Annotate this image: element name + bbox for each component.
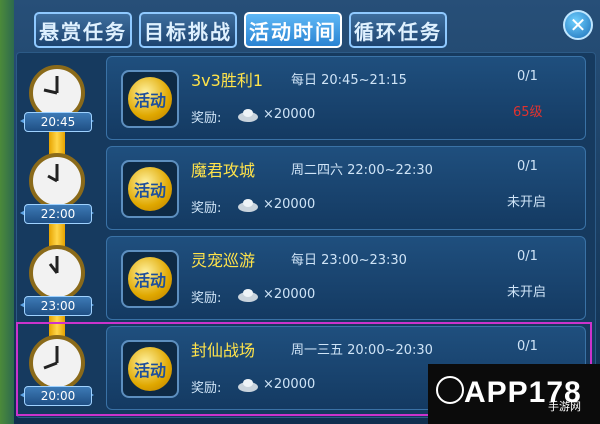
event-badge-icon: 活动 <box>128 257 172 301</box>
event-row[interactable]: 活动 魔君攻城 周二四六 22:00~22:30 0/1 未开启 奖励: ×20… <box>106 146 586 230</box>
background-scenery <box>0 0 14 424</box>
reward-amount: ×20000 <box>263 107 316 122</box>
silver-ingot-icon <box>238 109 258 122</box>
reward-amount: ×20000 <box>263 287 316 302</box>
event-time-label: 22:00 <box>24 204 92 224</box>
event-badge-icon: 活动 <box>128 167 172 211</box>
event-row[interactable]: 活动 3v3胜利1 每日 20:45~21:15 0/1 65级 奖励: ×20… <box>106 56 586 140</box>
clock-icon <box>29 153 85 209</box>
event-name: 灵宠巡游 <box>191 251 256 270</box>
event-schedule: 每日 23:00~23:30 <box>291 253 407 268</box>
close-icon: ✕ <box>569 13 587 37</box>
reward-label: 奖励: <box>191 111 222 126</box>
event-badge: 活动 <box>121 160 179 218</box>
event-row[interactable]: 活动 灵宠巡游 每日 23:00~23:30 0/1 未开启 奖励: ×2000… <box>106 236 586 320</box>
tab-bar: 悬赏任务 目标挑战 活动时间 循环任务 <box>34 12 447 48</box>
tab-bounty-quests[interactable]: 悬赏任务 <box>34 12 132 48</box>
event-level-requirement: 65级 <box>513 105 543 120</box>
event-badge-icon: 活动 <box>128 77 172 121</box>
event-count: 0/1 <box>517 249 538 264</box>
event-schedule: 每日 20:45~21:15 <box>291 73 407 88</box>
silver-ingot-icon <box>238 199 258 212</box>
watermark-logo-icon <box>436 376 464 404</box>
event-time-label: 23:00 <box>24 296 92 316</box>
event-name: 3v3胜利1 <box>191 71 264 90</box>
watermark-subtext: 手游网 <box>548 400 581 413</box>
tab-daily-loop-quests[interactable]: 循环任务 <box>349 12 447 48</box>
tab-goal-challenge[interactable]: 目标挑战 <box>139 12 237 48</box>
event-status: 未开启 <box>507 285 547 300</box>
silver-ingot-icon <box>238 289 258 302</box>
event-badge: 活动 <box>121 250 179 308</box>
event-badge: 活动 <box>121 70 179 128</box>
close-button[interactable]: ✕ <box>563 10 593 40</box>
reward-amount: ×20000 <box>263 197 316 212</box>
event-time-label: 20:45 <box>24 112 92 132</box>
reward-label: 奖励: <box>191 201 222 216</box>
reward-label: 奖励: <box>191 291 222 306</box>
event-name: 魔君攻城 <box>191 161 256 180</box>
event-status: 未开启 <box>507 195 547 210</box>
event-schedule: 周二四六 22:00~22:30 <box>291 163 433 178</box>
clock-icon <box>29 245 85 301</box>
tab-event-schedule[interactable]: 活动时间 <box>244 12 342 48</box>
event-count: 0/1 <box>517 159 538 174</box>
event-count: 0/1 <box>517 69 538 84</box>
